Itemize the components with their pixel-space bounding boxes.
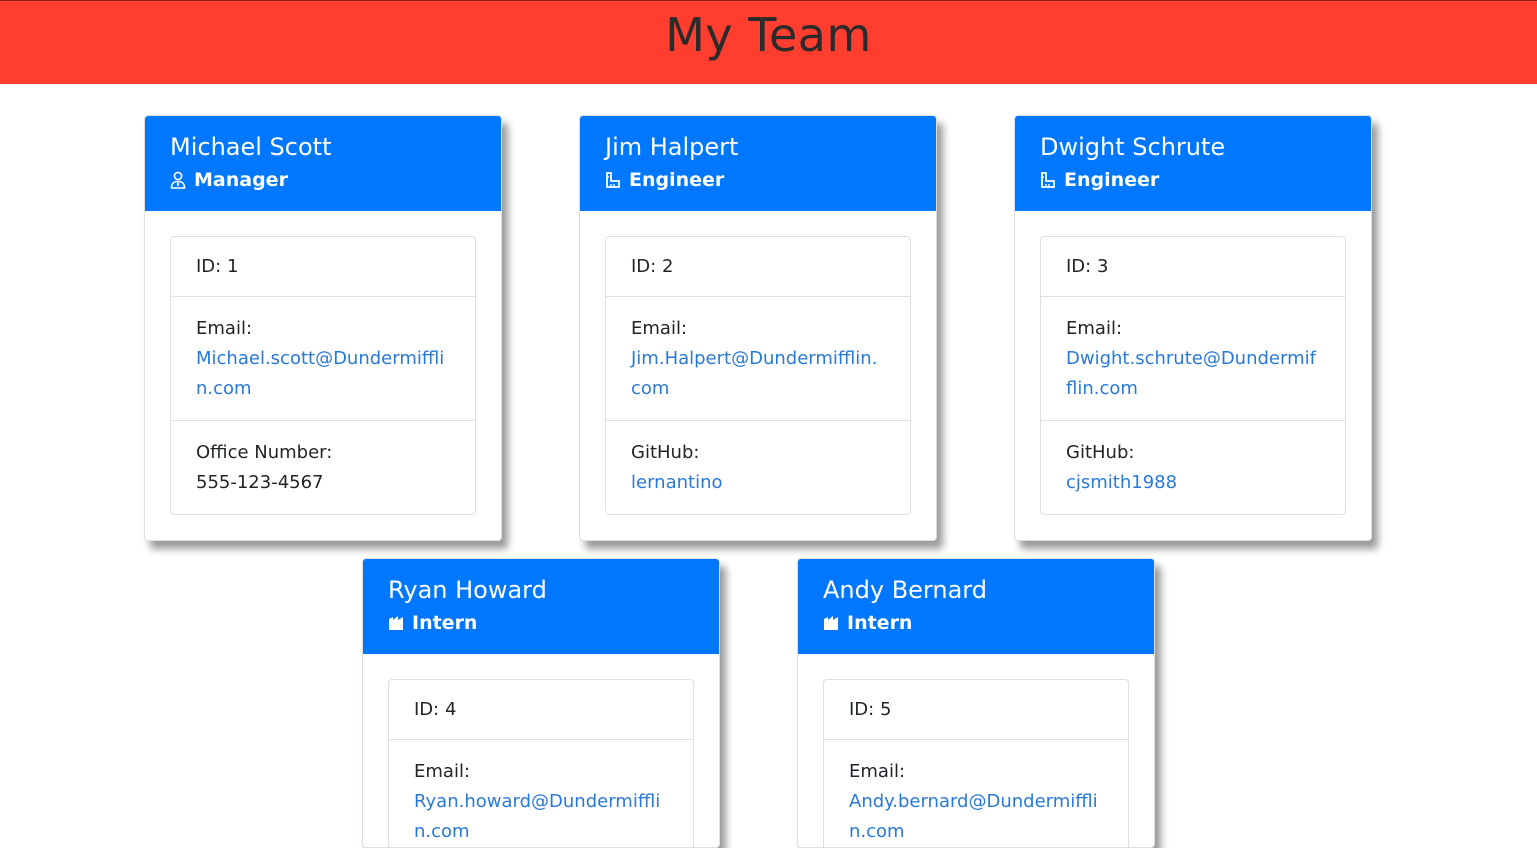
employee-email-row: Email: Andy.bernard@Dundermifflin.com bbox=[824, 739, 1128, 847]
employee-role-label: Intern bbox=[847, 612, 913, 634]
employee-email-row: Email: Dwight.schrute@Dundermifflin.com bbox=[1041, 296, 1345, 420]
employee-card-engineer: Jim Halpert Engineer ID: 2 Email: Jim.Ha… bbox=[579, 115, 937, 541]
email-link[interactable]: Michael.scott@Dundermifflin.com bbox=[196, 344, 450, 404]
email-link[interactable]: Jim.Halpert@Dundermifflin.com bbox=[631, 344, 885, 404]
employee-details: ID: 3 Email: Dwight.schrute@Dundermiffli… bbox=[1040, 236, 1346, 515]
office-number-row: Office Number: 555-123-4567 bbox=[171, 420, 475, 514]
employee-name: Ryan Howard bbox=[388, 576, 547, 604]
email-link[interactable]: Ryan.howard@Dundermifflin.com bbox=[414, 787, 668, 847]
github-label: GitHub: bbox=[1066, 442, 1135, 463]
employee-card-manager: Michael Scott Manager ID: 1 Email: Micha… bbox=[144, 115, 502, 541]
employee-id: ID: 4 bbox=[414, 699, 457, 720]
github-link[interactable]: cjsmith1988 bbox=[1066, 468, 1320, 498]
employee-role-label: Engineer bbox=[629, 169, 725, 191]
email-link[interactable]: Andy.bernard@Dundermifflin.com bbox=[849, 787, 1103, 847]
employee-id: ID: 2 bbox=[631, 256, 674, 277]
github-row: GitHub: lernantino bbox=[606, 420, 910, 514]
github-link[interactable]: lernantino bbox=[631, 468, 885, 498]
employee-details: ID: 1 Email: Michael.scott@Dundermifflin… bbox=[170, 236, 476, 515]
page-header: My Team bbox=[0, 0, 1537, 84]
employee-email-row: Email: Ryan.howard@Dundermifflin.com bbox=[389, 739, 693, 847]
card-body: ID: 4 Email: Ryan.howard@Dundermifflin.c… bbox=[363, 654, 719, 847]
card-header: Andy Bernard Intern bbox=[798, 559, 1154, 654]
github-row: GitHub: cjsmith1988 bbox=[1041, 420, 1345, 514]
employee-details: ID: 4 Email: Ryan.howard@Dundermifflin.c… bbox=[388, 679, 694, 847]
email-label: Email: bbox=[631, 318, 688, 339]
card-header: Jim Halpert Engineer bbox=[580, 116, 936, 211]
employee-email-row: Email: Jim.Halpert@Dundermifflin.com bbox=[606, 296, 910, 420]
employee-card-intern: Ryan Howard Intern ID: 4 Email: Ryan.how… bbox=[362, 558, 720, 848]
card-body: ID: 1 Email: Michael.scott@Dundermifflin… bbox=[145, 211, 501, 540]
engineer-icon bbox=[606, 172, 620, 188]
employee-id: ID: 1 bbox=[196, 256, 239, 277]
intern-icon bbox=[824, 616, 838, 630]
card-header: Ryan Howard Intern bbox=[363, 559, 719, 654]
employee-name: Jim Halpert bbox=[605, 133, 739, 161]
employee-role-label: Manager bbox=[194, 169, 288, 191]
card-body: ID: 3 Email: Dwight.schrute@Dundermiffli… bbox=[1015, 211, 1371, 540]
employee-name: Michael Scott bbox=[170, 133, 332, 161]
email-label: Email: bbox=[849, 761, 906, 782]
employee-role-label: Engineer bbox=[1064, 169, 1160, 191]
employee-card-intern: Andy Bernard Intern ID: 5 Email: Andy.be… bbox=[797, 558, 1155, 848]
employee-role: Manager bbox=[170, 166, 477, 194]
employee-id: ID: 3 bbox=[1066, 256, 1109, 277]
employee-role: Intern bbox=[823, 609, 1130, 637]
employee-role: Engineer bbox=[605, 166, 912, 194]
user-tie-icon bbox=[170, 171, 186, 189]
employee-role: Intern bbox=[388, 609, 695, 637]
email-link[interactable]: Dwight.schrute@Dundermifflin.com bbox=[1066, 344, 1320, 404]
card-body: ID: 2 Email: Jim.Halpert@Dundermifflin.c… bbox=[580, 211, 936, 540]
employee-name: Dwight Schrute bbox=[1040, 133, 1226, 161]
card-header: Dwight Schrute Engineer bbox=[1015, 116, 1371, 211]
employee-id: ID: 5 bbox=[849, 699, 892, 720]
github-label: GitHub: bbox=[631, 442, 700, 463]
email-label: Email: bbox=[414, 761, 471, 782]
employee-card-engineer: Dwight Schrute Engineer ID: 3 Email: Dwi… bbox=[1014, 115, 1372, 541]
card-header: Michael Scott Manager bbox=[145, 116, 501, 211]
intern-icon bbox=[389, 616, 403, 630]
office-number-value: 555-123-4567 bbox=[196, 472, 324, 493]
employee-role-label: Intern bbox=[412, 612, 478, 634]
employee-role: Engineer bbox=[1040, 166, 1347, 194]
employee-details: ID: 2 Email: Jim.Halpert@Dundermifflin.c… bbox=[605, 236, 911, 515]
office-number-label: Office Number: bbox=[196, 442, 333, 463]
email-label: Email: bbox=[196, 318, 253, 339]
employee-name: Andy Bernard bbox=[823, 576, 987, 604]
employee-email-row: Email: Michael.scott@Dundermifflin.com bbox=[171, 296, 475, 420]
page-title: My Team bbox=[665, 8, 872, 62]
engineer-icon bbox=[1041, 172, 1055, 188]
email-label: Email: bbox=[1066, 318, 1123, 339]
card-body: ID: 5 Email: Andy.bernard@Dundermifflin.… bbox=[798, 654, 1154, 847]
employee-details: ID: 5 Email: Andy.bernard@Dundermifflin.… bbox=[823, 679, 1129, 847]
